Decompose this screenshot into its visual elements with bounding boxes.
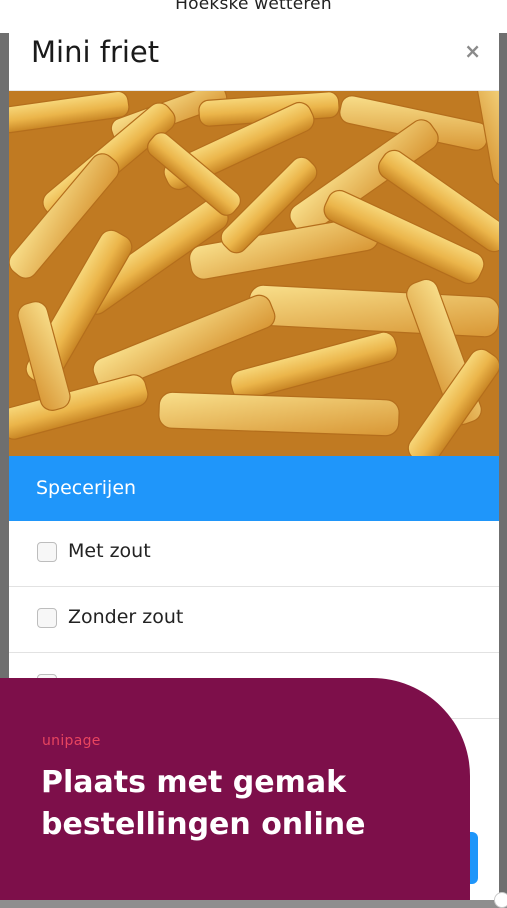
zonder-zout-checkbox[interactable] <box>37 608 57 628</box>
promo-banner[interactable]: unipage Plaats met gemak bestellingen on… <box>0 678 470 900</box>
unipage-logo: unipage <box>42 733 101 749</box>
site-title: Hoekske wetteren <box>175 0 332 14</box>
section-specerijen: Specerijen <box>9 456 499 521</box>
modal-header: Mini friet × <box>9 33 499 91</box>
overlay-right <box>499 33 507 900</box>
close-icon[interactable]: × <box>464 39 481 63</box>
option-row-met-zout[interactable]: Met zout <box>9 521 499 587</box>
radio-indicator[interactable] <box>494 892 507 908</box>
option-label: Met zout <box>68 540 151 562</box>
option-label: Zonder zout <box>68 606 184 628</box>
site-header: Hoekske wetteren <box>0 0 507 33</box>
product-image <box>9 91 499 456</box>
met-zout-checkbox[interactable] <box>37 542 57 562</box>
modal-title: Mini friet <box>31 35 160 69</box>
option-row-zonder-zout[interactable]: Zonder zout <box>9 587 499 653</box>
promo-text: Plaats met gemak bestellingen online <box>41 765 366 842</box>
fries-image <box>9 91 499 456</box>
